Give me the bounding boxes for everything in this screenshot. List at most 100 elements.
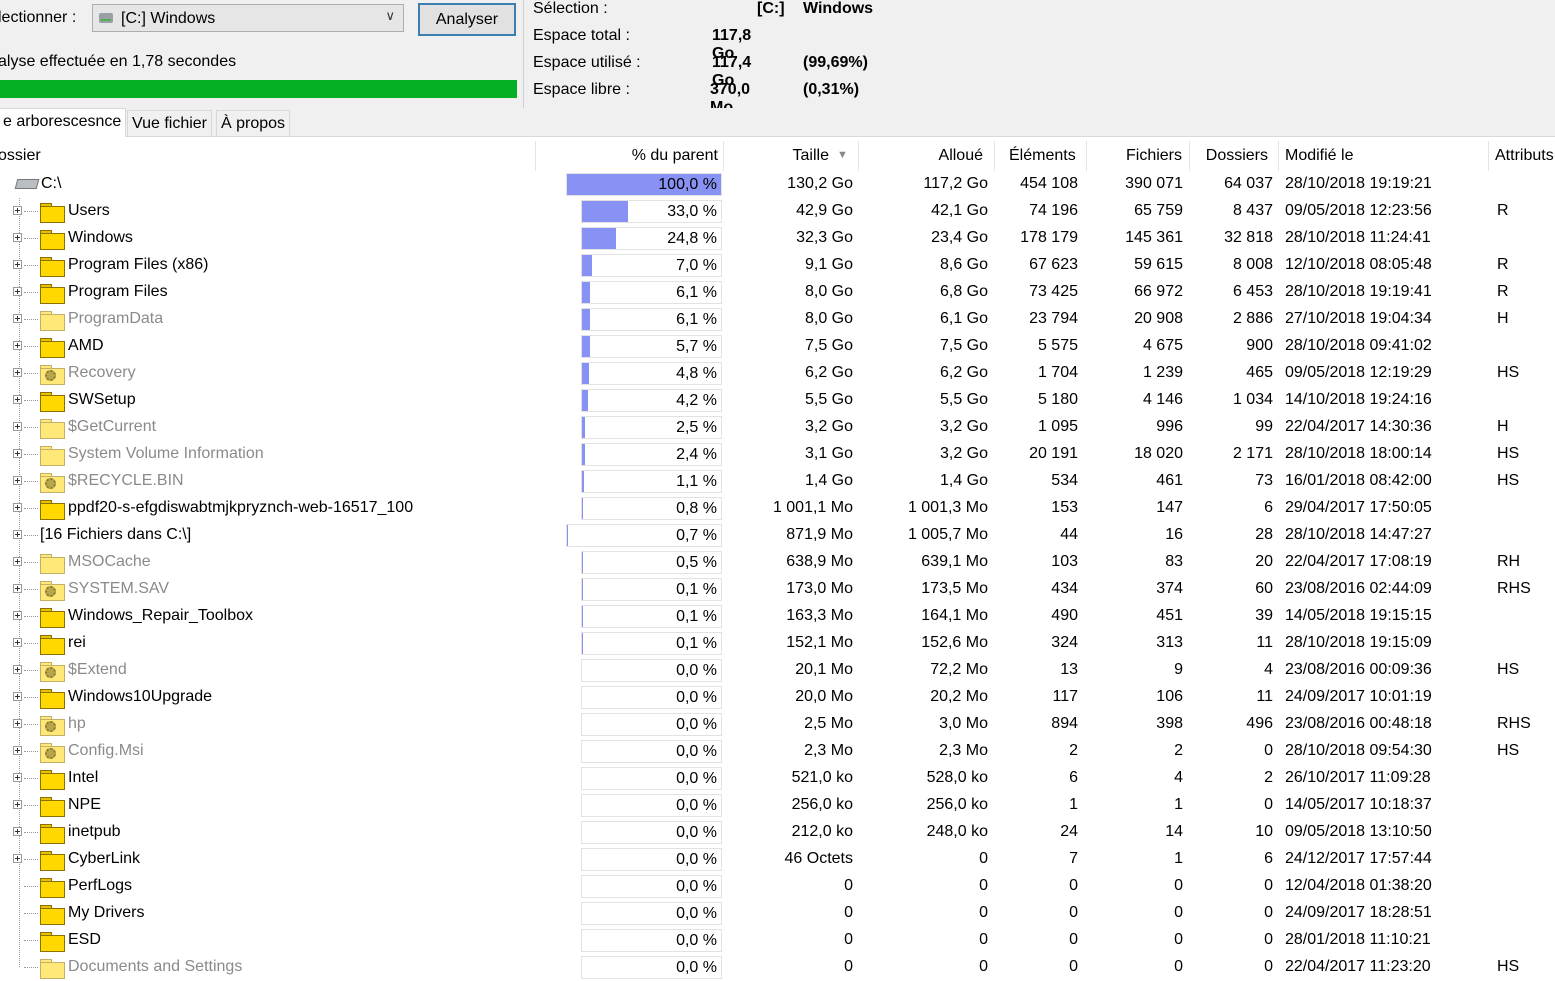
table-row[interactable]: CyberLink0,0 %46 Octets071624/12/2017 17… bbox=[0, 846, 1555, 873]
expand-icon[interactable] bbox=[13, 368, 22, 377]
col-size[interactable]: Taille bbox=[793, 147, 829, 165]
table-row[interactable]: Documents and Settings0,0 %0000022/04/20… bbox=[0, 954, 1555, 981]
tree-row-root[interactable]: C:\100,0 %130,2 Go117,2 Go454 108390 071… bbox=[0, 171, 1555, 198]
elements-cell: 5 180 bbox=[1038, 391, 1078, 409]
expand-icon[interactable] bbox=[13, 476, 22, 485]
col-divider[interactable] bbox=[1189, 141, 1190, 171]
table-row[interactable]: Windows_Repair_Toolbox0,1 %163,3 Mo164,1… bbox=[0, 603, 1555, 630]
table-row[interactable]: inetpub0,0 %212,0 ko248,0 ko24141009/05/… bbox=[0, 819, 1555, 846]
expand-icon[interactable] bbox=[13, 260, 22, 269]
col-divider[interactable] bbox=[723, 141, 724, 171]
col-divider[interactable] bbox=[1278, 141, 1279, 171]
col-folders[interactable]: Dossiers bbox=[1206, 147, 1268, 165]
folders-cell: 0 bbox=[1264, 931, 1273, 949]
table-row[interactable]: [16 Fichiers dans C:\]0,7 %871,9 Mo1 005… bbox=[0, 522, 1555, 549]
expand-icon[interactable] bbox=[13, 395, 22, 404]
tab-about[interactable]: À propos bbox=[216, 110, 290, 136]
files-cell: 83 bbox=[1165, 553, 1183, 571]
table-row[interactable]: SYSTEM.SAV0,1 %173,0 Mo173,5 Mo434374602… bbox=[0, 576, 1555, 603]
col-elements[interactable]: Éléments bbox=[1009, 147, 1076, 165]
size-cell: 163,3 Mo bbox=[786, 607, 853, 625]
drive-dropdown[interactable]: [C:] Windows ∨ bbox=[92, 4, 404, 32]
size-cell: 212,0 ko bbox=[792, 823, 853, 841]
table-row[interactable]: Users33,0 %42,9 Go42,1 Go74 19665 7598 4… bbox=[0, 198, 1555, 225]
tab-tree-view[interactable]: e arborescesnce bbox=[0, 108, 126, 137]
expand-icon[interactable] bbox=[13, 611, 22, 620]
tab-file-view[interactable]: Vue fichier bbox=[127, 110, 212, 136]
table-row[interactable]: $Extend0,0 %20,1 Mo72,2 Mo139423/08/2016… bbox=[0, 657, 1555, 684]
percent-bar-fill bbox=[582, 255, 592, 276]
col-modified[interactable]: Modifié le bbox=[1285, 147, 1353, 165]
table-row[interactable]: MSOCache0,5 %638,9 Mo639,1 Mo103832022/0… bbox=[0, 549, 1555, 576]
modified-cell: 28/10/2018 09:54:30 bbox=[1285, 742, 1432, 760]
size-cell: 1 001,1 Mo bbox=[773, 499, 853, 517]
table-row[interactable]: System Volume Information2,4 %3,1 Go3,2 … bbox=[0, 441, 1555, 468]
table-row[interactable]: Intel0,0 %521,0 ko528,0 ko64226/10/2017 … bbox=[0, 765, 1555, 792]
col-divider[interactable] bbox=[1086, 141, 1087, 171]
col-divider[interactable] bbox=[858, 141, 859, 171]
modified-cell: 22/04/2017 11:23:20 bbox=[1285, 958, 1431, 976]
expand-icon[interactable] bbox=[13, 206, 22, 215]
table-row[interactable]: rei0,1 %152,1 Mo152,6 Mo3243131128/10/20… bbox=[0, 630, 1555, 657]
table-row[interactable]: My Drivers0,0 %0000024/09/2017 18:28:51 bbox=[0, 900, 1555, 927]
expand-icon[interactable] bbox=[13, 233, 22, 242]
elements-cell: 324 bbox=[1051, 634, 1078, 652]
expand-icon[interactable] bbox=[13, 719, 22, 728]
expand-icon[interactable] bbox=[13, 449, 22, 458]
table-row[interactable]: Recovery4,8 %6,2 Go6,2 Go1 7041 23946509… bbox=[0, 360, 1555, 387]
table-row[interactable]: PerfLogs0,0 %0000012/04/2018 01:38:20 bbox=[0, 873, 1555, 900]
expand-icon[interactable] bbox=[13, 584, 22, 593]
col-attributes[interactable]: Attributs bbox=[1495, 147, 1554, 165]
table-row[interactable]: Program Files6,1 %8,0 Go6,8 Go73 42566 9… bbox=[0, 279, 1555, 306]
table-row[interactable]: $GetCurrent2,5 %3,2 Go3,2 Go1 0959969922… bbox=[0, 414, 1555, 441]
expand-icon[interactable] bbox=[13, 503, 22, 512]
table-row[interactable]: $RECYCLE.BIN1,1 %1,4 Go1,4 Go5344617316/… bbox=[0, 468, 1555, 495]
percent-text: 4,8 % bbox=[676, 365, 717, 383]
files-cell: 0 bbox=[1174, 877, 1183, 895]
table-row[interactable]: Config.Msi0,0 %2,3 Mo2,3 Mo22028/10/2018… bbox=[0, 738, 1555, 765]
expand-icon[interactable] bbox=[13, 638, 22, 647]
table-row[interactable]: Program Files (x86)7,0 %9,1 Go8,6 Go67 6… bbox=[0, 252, 1555, 279]
expand-icon[interactable] bbox=[13, 773, 22, 782]
table-row[interactable]: AMD5,7 %7,5 Go7,5 Go5 5754 67590028/10/2… bbox=[0, 333, 1555, 360]
col-divider[interactable] bbox=[535, 141, 536, 171]
elements-cell: 0 bbox=[1069, 904, 1078, 922]
table-row[interactable]: SWSetup4,2 %5,5 Go5,5 Go5 1804 1461 0341… bbox=[0, 387, 1555, 414]
expand-icon[interactable] bbox=[13, 557, 22, 566]
expand-icon[interactable] bbox=[13, 341, 22, 350]
col-allocated[interactable]: Alloué bbox=[939, 147, 983, 165]
tree-connector bbox=[24, 670, 38, 671]
expand-icon[interactable] bbox=[13, 530, 22, 539]
selection-name: Windows bbox=[803, 0, 873, 18]
table-row[interactable]: ESD0,0 %0000028/01/2018 11:10:21 bbox=[0, 927, 1555, 954]
percent-bar: 0,0 % bbox=[581, 794, 722, 817]
table-row[interactable]: ppdf20-s-efgdiswabtmjkpryznch-web-16517_… bbox=[0, 495, 1555, 522]
col-files[interactable]: Fichiers bbox=[1126, 147, 1182, 165]
col-folder[interactable]: ossier bbox=[0, 147, 41, 165]
folders-cell: 496 bbox=[1246, 715, 1273, 733]
expand-icon[interactable] bbox=[13, 800, 22, 809]
expand-icon[interactable] bbox=[13, 665, 22, 674]
tree-item-name: SWSetup bbox=[68, 391, 136, 409]
expand-icon[interactable] bbox=[13, 827, 22, 836]
table-row[interactable]: Windows24,8 %32,3 Go23,4 Go178 179145 36… bbox=[0, 225, 1555, 252]
expand-icon[interactable] bbox=[13, 287, 22, 296]
table-row[interactable]: hp0,0 %2,5 Mo3,0 Mo89439849623/08/2016 0… bbox=[0, 711, 1555, 738]
modified-cell: 23/08/2016 00:09:36 bbox=[1285, 661, 1432, 679]
table-row[interactable]: Windows10Upgrade0,0 %20,0 Mo20,2 Mo11710… bbox=[0, 684, 1555, 711]
tree-item-name: $RECYCLE.BIN bbox=[68, 472, 184, 490]
expand-icon[interactable] bbox=[13, 422, 22, 431]
col-divider[interactable] bbox=[994, 141, 995, 171]
col-parent-pct[interactable]: % du parent bbox=[632, 147, 718, 165]
analyze-button[interactable]: Analyser bbox=[418, 3, 516, 36]
expand-icon[interactable] bbox=[13, 692, 22, 701]
elements-cell: 6 bbox=[1069, 769, 1078, 787]
expand-icon[interactable] bbox=[13, 854, 22, 863]
percent-bar: 0,1 % bbox=[581, 605, 722, 628]
table-row[interactable]: ProgramData6,1 %8,0 Go6,1 Go23 79420 908… bbox=[0, 306, 1555, 333]
expand-icon[interactable] bbox=[13, 746, 22, 755]
col-divider[interactable] bbox=[1488, 141, 1489, 171]
system-folder-icon bbox=[40, 716, 65, 735]
expand-icon[interactable] bbox=[13, 314, 22, 323]
table-row[interactable]: NPE0,0 %256,0 ko256,0 ko11014/05/2017 10… bbox=[0, 792, 1555, 819]
